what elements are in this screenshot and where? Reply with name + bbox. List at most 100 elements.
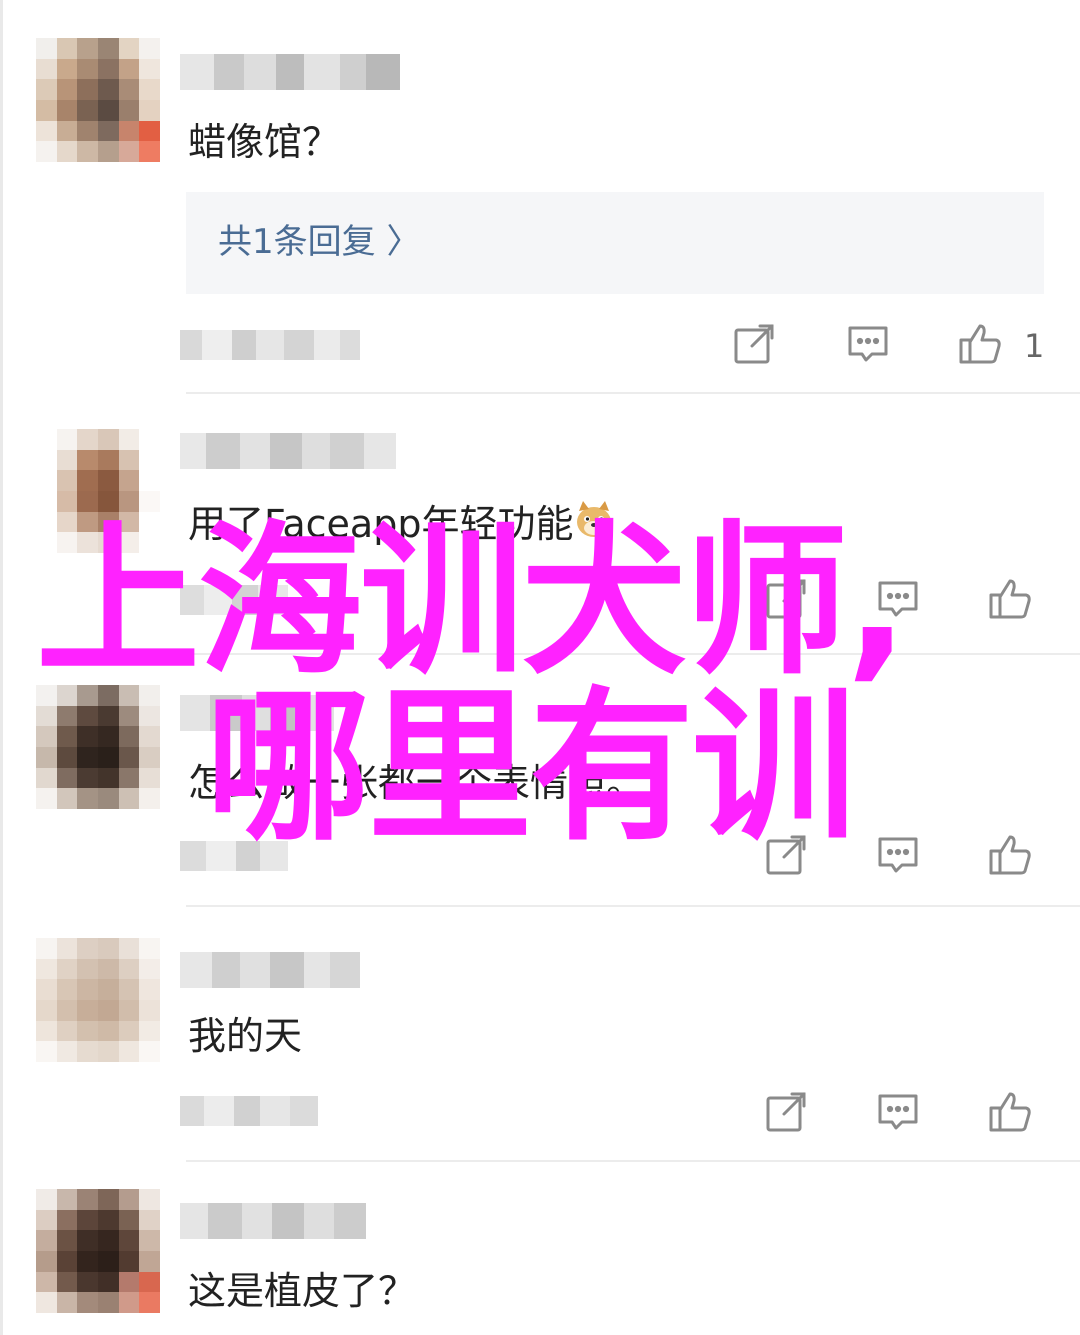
avatar[interactable] [36,938,160,1062]
avatar-pixel [56,938,78,959]
avatar-pixel [118,79,140,100]
avatar-pixel [118,1020,140,1042]
avatar-pixel [56,685,78,706]
thumbs-up-icon[interactable] [986,1088,1034,1136]
avatar-pixel [97,1189,119,1210]
avatar-pixel [36,99,57,121]
avatar-pixel [36,490,57,512]
avatar-pixel [77,490,98,512]
avatar-pixel [56,470,78,491]
avatar-pixel [118,979,140,1000]
avatar-pixel [77,726,98,747]
thumbs-up-icon[interactable] [986,831,1034,879]
share-edit-icon[interactable] [762,1088,810,1136]
comment-text: 我的天 [188,1014,303,1058]
avatar-pixel [139,532,160,553]
avatar-pixel [56,788,78,809]
avatar-pixel [139,1041,160,1062]
avatar[interactable] [36,1189,160,1313]
username-blurred[interactable] [180,695,334,731]
avatar-pixel [139,38,160,59]
avatar-pixel [97,99,119,121]
avatar-pixel [97,705,119,727]
divider [186,392,1080,394]
avatar-pixel [56,120,78,142]
avatar-pixel [77,1189,98,1210]
avatar-pixel [56,532,78,553]
avatar-pixel [36,58,57,80]
avatar-pixel [77,449,98,471]
username-blurred[interactable] [180,54,400,90]
comment-bubble-icon[interactable] [874,831,922,879]
avatar-pixel [77,141,98,162]
share-edit-icon[interactable] [762,575,810,623]
avatar-pixel [97,470,119,491]
avatar-pixel [97,938,119,959]
avatar-pixel [77,532,98,553]
avatar-pixel [36,705,57,727]
username-blurred[interactable] [180,1203,366,1239]
avatar-pixel [36,979,57,1000]
avatar-pixel [36,685,57,706]
avatar-pixel [97,79,119,100]
avatar-pixel [118,746,140,768]
avatar-pixel [139,979,160,1000]
avatar-pixel [77,58,98,80]
avatar-pixel [139,767,160,789]
username-blurred[interactable] [180,952,360,988]
avatar[interactable] [36,429,160,553]
comment-bubble-icon[interactable] [844,320,892,368]
comment-bubble-icon[interactable] [874,1088,922,1136]
avatar-pixel [139,58,160,80]
divider [186,905,1080,907]
reply-box[interactable]: 共1条回复 〉 [186,192,1044,294]
avatar-pixel [97,429,119,450]
avatar-pixel [139,1292,160,1313]
avatar-pixel [139,705,160,727]
avatar[interactable] [36,685,160,809]
avatar-pixel [56,1041,78,1062]
avatar-pixel [77,1250,98,1272]
avatar-pixel [139,726,160,747]
avatar-pixel [77,1230,98,1251]
share-edit-icon[interactable] [730,320,778,368]
avatar-pixel [56,429,78,450]
avatar-pixel [118,958,140,980]
avatar-pixel [118,999,140,1021]
avatar-pixel [97,979,119,1000]
avatar[interactable] [36,38,160,162]
avatar-pixel [56,38,78,59]
thumbs-up-icon[interactable] [986,575,1034,623]
avatar-pixel [118,429,140,450]
share-edit-icon[interactable] [762,831,810,879]
avatar-pixel [139,449,160,471]
username-blurred[interactable] [180,433,396,469]
comment-bubble-icon[interactable] [874,575,922,623]
comment-item: 我的天 [0,908,1080,1163]
avatar-pixel [56,141,78,162]
comment-item: 蜡像馆？ 共1条回复 〉 1 [0,0,1080,395]
comment-date-blurred [180,585,288,615]
avatar-pixel [139,938,160,959]
avatar-pixel [97,1041,119,1062]
avatar-pixel [56,1020,78,1042]
avatar-pixel [77,1041,98,1062]
avatar-pixel [139,429,160,450]
avatar-pixel [139,1189,160,1210]
avatar-pixel [139,470,160,491]
avatar-pixel [139,1020,160,1042]
view-replies-link[interactable]: 共1条回复 〉 [218,218,420,266]
avatar-pixel [97,958,119,980]
avatar-pixel [36,532,57,553]
avatar-pixel [118,490,140,512]
avatar-pixel [36,429,57,450]
avatar-pixel [139,1250,160,1272]
avatar-pixel [97,1250,119,1272]
avatar-pixel [36,79,57,100]
thumbs-up-icon[interactable] [956,320,1004,368]
avatar-pixel [56,79,78,100]
avatar-pixel [56,449,78,471]
avatar-pixel [97,1271,119,1293]
avatar-pixel [139,1230,160,1251]
avatar-pixel [139,999,160,1021]
